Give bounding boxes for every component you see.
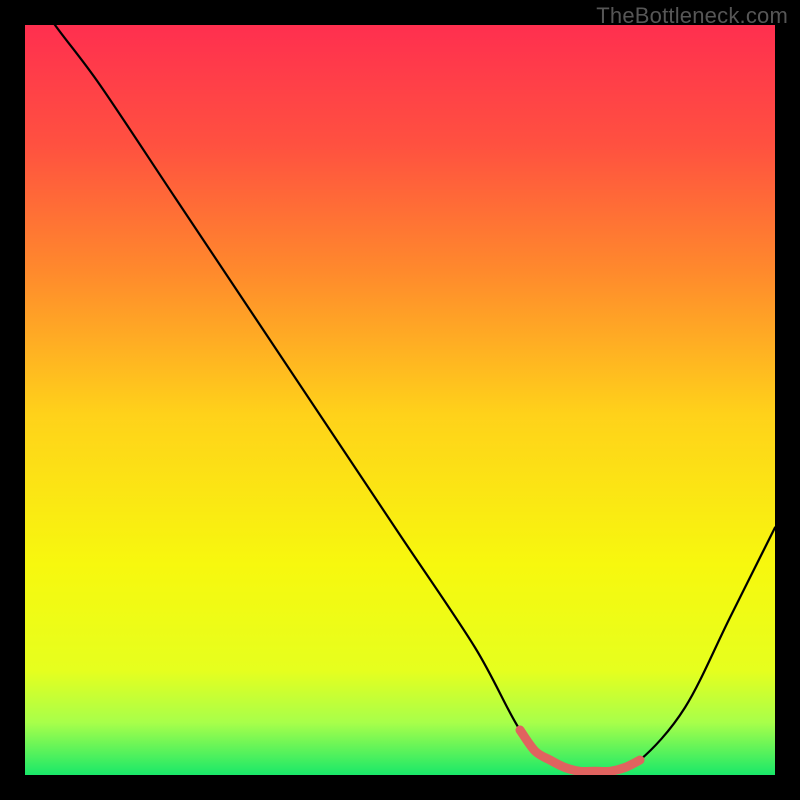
gradient-plot-area [25, 25, 775, 775]
bottleneck-chart [25, 25, 775, 775]
chart-frame: TheBottleneck.com [0, 0, 800, 800]
